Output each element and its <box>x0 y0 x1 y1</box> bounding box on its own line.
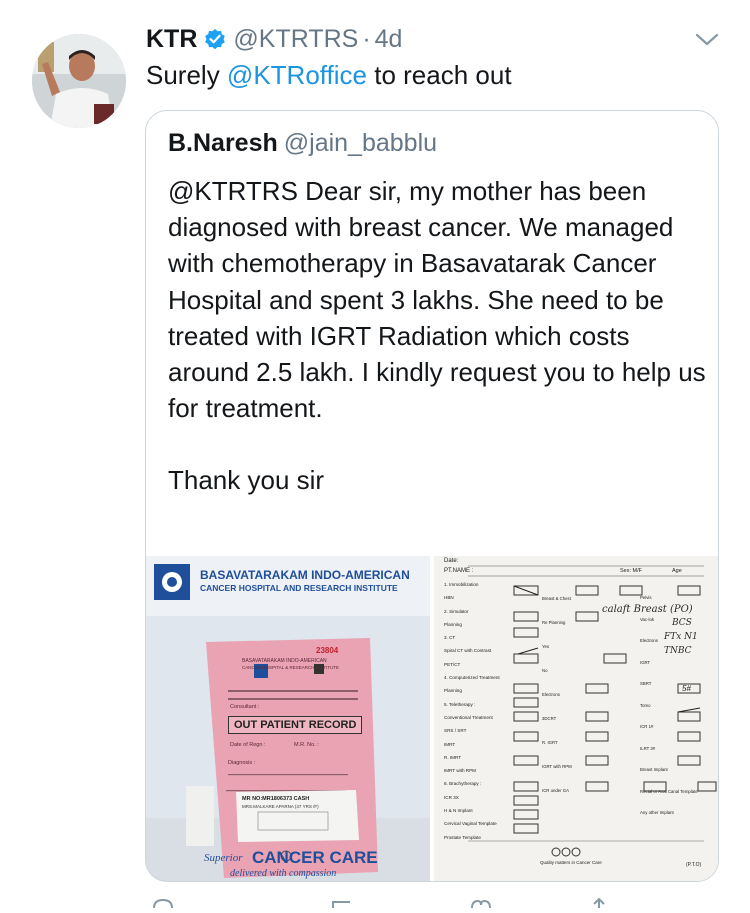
form-section-label: Cervical Vaginal Template <box>444 821 497 827</box>
handwriting-ftx: FTx N1 <box>664 632 698 642</box>
form-mid-label: R. IGRT <box>542 740 558 745</box>
date-of-regn-label: Date of Regn : <box>230 742 266 748</box>
diagnosis-label: Diagnosis : <box>228 760 256 766</box>
form-mid-label: 3DCRT <box>542 716 557 721</box>
quoted-author-name: B.Naresh <box>168 129 278 157</box>
tweet-timestamp[interactable]: 4d <box>375 25 403 54</box>
card-number: 23804 <box>316 646 339 655</box>
form-sex-label: Sex: M/F <box>620 568 643 574</box>
handwriting-tnbc: TNBC <box>664 646 692 656</box>
handwriting-bcs: BCS <box>672 618 692 628</box>
form-section-label: H & N Implant <box>444 808 473 814</box>
form-section-label: 2. Simulator <box>444 608 469 614</box>
form-age-label: Age <box>672 568 682 574</box>
tweet-actions <box>146 895 726 909</box>
media-photo-treatment-form[interactable]: Date: PT.NAME : Sex: M/F Age 1. Immobili… <box>434 556 718 881</box>
form-right-label: ICR 1# <box>640 724 654 729</box>
form-right-label: Breast Implant <box>640 767 668 772</box>
form-section-label: SRS / SRT <box>444 728 467 734</box>
form-section-label: 6. Brachytherapy : <box>444 781 482 787</box>
form-section-label: R. IMRT <box>444 754 462 760</box>
form-section-label: 1. Immobilization <box>444 582 479 587</box>
form-section-label: HBN <box>444 595 454 601</box>
quoted-tweet-header: B.Naresh @jain_babblu <box>168 129 437 158</box>
form-right-label: ILRT 3# <box>640 745 656 751</box>
form-pto: (P.T.O) <box>686 862 702 868</box>
reply-icon[interactable] <box>150 895 176 909</box>
retweet-icon[interactable] <box>330 895 356 908</box>
form-section-label: Conventional Treatment <box>444 714 493 720</box>
form-section-label: 3. CT <box>444 635 456 641</box>
form-section-label: Prostate Template <box>444 834 481 840</box>
patient-sticker-line2: MRS.MALKARE APARNA (47 YRS /F) <box>242 804 319 809</box>
hospital-name-line1: BASAVATARAKAM INDO-AMERICAN <box>200 568 410 582</box>
quoted-tweet-text: @KTRTRS Dear sir, my mother has been dia… <box>168 173 708 499</box>
author-name[interactable]: KTR <box>146 25 197 54</box>
form-date-label: Date: <box>444 558 459 564</box>
like-icon[interactable] <box>468 895 494 909</box>
form-section-label: ICR 3X <box>444 794 459 800</box>
form-section-label: 4. Computerized Treatment Planning <box>444 675 500 694</box>
footer-sub: delivered with compassion <box>230 868 337 879</box>
handwriting-diagnosis: calaft Breast (PO) <box>602 604 693 615</box>
chevron-down-icon[interactable] <box>692 28 722 52</box>
card-hospital-line1: BASAVATARAKAM INDO-AMERICAN <box>242 658 327 664</box>
quoted-tweet[interactable]: B.Naresh @jain_babblu @KTRTRS Dear sir, m… <box>145 110 719 882</box>
mention-link[interactable]: @KTRoffice <box>227 60 367 90</box>
form-section-label: 5. Teletherapy : <box>444 701 476 707</box>
hospital-name-line2: CANCER HOSPITAL AND RESEARCH INSTITUTE <box>200 583 398 593</box>
quoted-closing: Thank you sir <box>168 465 325 496</box>
form-section-label: Planning <box>444 621 462 627</box>
tweet-text: Surely @KTRoffice to reach out <box>146 58 512 92</box>
mr-no-label: M.R. No. : <box>294 742 319 748</box>
tweet-header: KTR @KTRTRS · 4d <box>146 22 402 56</box>
form-section-label: PET/CT <box>444 661 461 667</box>
author-avatar[interactable] <box>32 34 126 128</box>
form-section-label: IMRT with RPM <box>444 768 476 774</box>
card-hospital-line2: CANCER HOSPITAL & RESEARCH INSTITUTE <box>242 665 340 670</box>
footer-cancer-care: CANCER CARE <box>252 848 378 867</box>
tweet-text-prefix: Surely <box>146 60 227 90</box>
tweet-text-suffix: to reach out <box>367 60 512 90</box>
quoted-author-handle: @jain_babblu <box>283 129 438 157</box>
form-right-label: SBRT <box>640 681 652 686</box>
media-grid: BASAVATARAKAM INDO-AMERICAN CANCER HOSPI… <box>146 556 718 881</box>
form-mid-label: Re Planning <box>542 620 566 625</box>
form-right-label: Any other Implant <box>640 810 674 815</box>
share-icon[interactable] <box>586 895 612 908</box>
form-section-label: Spiral CT with Contrast <box>444 648 492 654</box>
form-section-label: IMRT <box>444 741 456 747</box>
verified-badge-icon <box>203 27 227 51</box>
form-mid-label: Electrons <box>542 692 560 697</box>
quoted-body: @KTRTRS Dear sir, my mother has been dia… <box>168 176 706 424</box>
form-footer-text: Quality matters in Cancer Care <box>540 860 602 865</box>
patient-sticker-line1: MR NO:MR1806373 CASH <box>242 796 310 802</box>
form-mid-label: No <box>542 668 548 673</box>
consultant-label: Consultant : <box>230 704 260 710</box>
footer-prefix: Superior <box>204 852 243 864</box>
form-mid-label: IGRT with RPM <box>542 764 572 769</box>
form-section-labels: 1. Immobilization HBN 2. Simulator Plann… <box>444 578 514 844</box>
form-mid-labels: Breast & Chest Re Planning Yes No Electr… <box>542 587 584 803</box>
handwriting-fractions: 5# <box>682 684 691 693</box>
separator-dot: · <box>362 24 371 53</box>
form-right-label: Rectal or Anal Canal Template <box>640 788 698 794</box>
author-handle[interactable]: @KTRTRS <box>233 25 358 54</box>
form-mid-label: ICR under GA <box>542 788 569 793</box>
form-pt-name-label: PT.NAME : <box>444 568 474 574</box>
record-title: OUT PATIENT RECORD <box>228 716 363 734</box>
avatar-photo <box>32 34 126 128</box>
form-right-label: Tomo <box>640 702 651 708</box>
media-photo-hospital-folder[interactable]: BASAVATARAKAM INDO-AMERICAN CANCER HOSPI… <box>146 556 430 881</box>
form-mid-label: Breast & Chest <box>542 596 571 601</box>
form-mid-label: Yes <box>542 644 550 649</box>
